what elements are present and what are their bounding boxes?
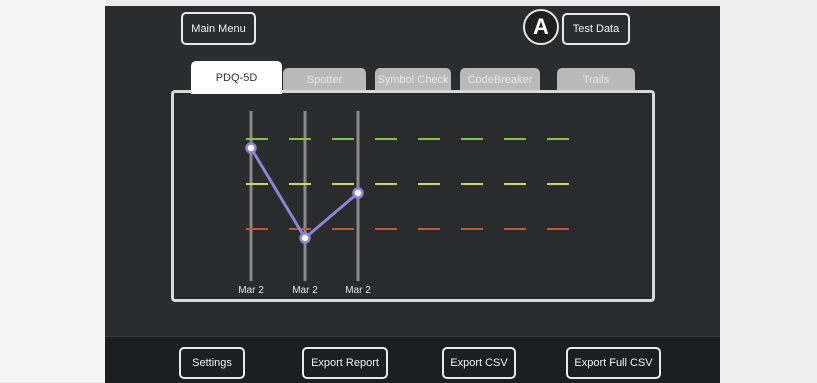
bottom-toolbar: Settings Export Report Export CSV Export…	[105, 336, 720, 383]
right-margin	[720, 0, 817, 382]
tab-trails[interactable]: Trails	[557, 68, 635, 92]
data-point-1	[245, 142, 257, 154]
x-tick-label-3: Mar 2	[345, 285, 371, 296]
data-point-2	[299, 232, 311, 244]
left-margin	[0, 0, 105, 382]
export-full-csv-button[interactable]: Export Full CSV	[566, 347, 661, 379]
tab-pdq-5d[interactable]: PDQ-5D	[191, 61, 282, 94]
tab-spotter[interactable]: Spotter	[283, 68, 366, 92]
settings-button[interactable]: Settings	[179, 347, 245, 379]
x-tick-label-1: Mar 2	[238, 285, 264, 296]
line-chart: Mar 2 Mar 2 Mar 2	[238, 111, 574, 296]
data-point-3	[352, 187, 364, 199]
app-screen: Main Menu A Test Data PDQ-5D Spotter Sym…	[105, 6, 720, 383]
tab-codebreaker[interactable]: CodeBreaker	[460, 68, 540, 92]
tab-symbol-check[interactable]: Symbol Check	[375, 68, 451, 92]
test-data-button[interactable]: Test Data	[562, 13, 630, 45]
a-badge[interactable]: A	[523, 9, 559, 45]
export-report-button[interactable]: Export Report	[302, 347, 388, 379]
chart-panel: Mar 2 Mar 2 Mar 2	[171, 90, 655, 302]
x-tick-label-2: Mar 2	[292, 285, 318, 296]
export-csv-button[interactable]: Export CSV	[442, 347, 516, 379]
main-menu-button[interactable]: Main Menu	[181, 12, 256, 45]
